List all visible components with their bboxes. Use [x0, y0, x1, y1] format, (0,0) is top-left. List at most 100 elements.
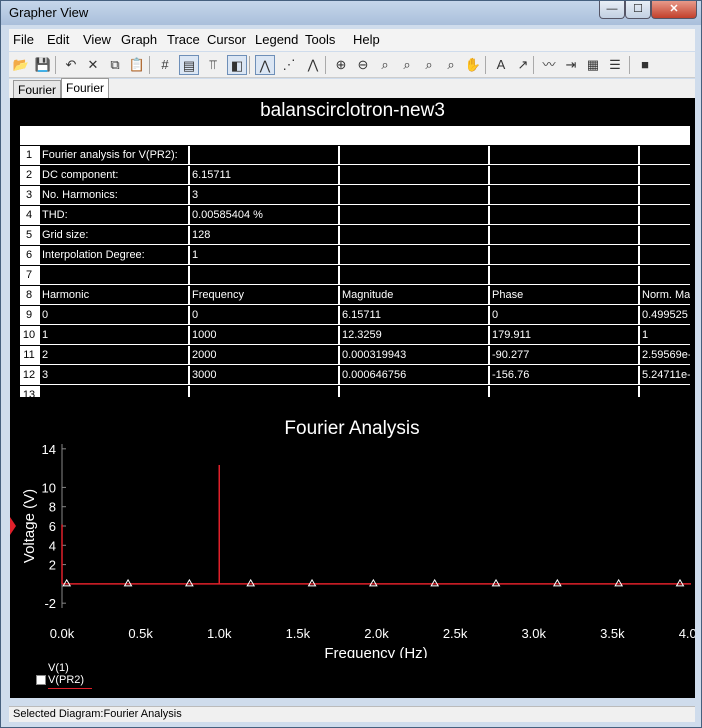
table-cell[interactable] [340, 386, 490, 397]
zoom-full-icon[interactable]: ⌕ [397, 55, 417, 75]
legend-checkbox[interactable] [36, 675, 46, 685]
column-header[interactable] [40, 126, 190, 145]
stop-icon[interactable]: ■ [635, 55, 655, 75]
table-cell[interactable]: No. Harmonics: [40, 186, 190, 205]
table-cell[interactable]: -90.277 [490, 346, 640, 365]
table-cell[interactable] [640, 246, 690, 265]
table-cell[interactable]: 0.000319943 [340, 346, 490, 365]
table-cell[interactable]: 1 [640, 326, 690, 345]
table-cell[interactable]: 0.499525 [640, 306, 690, 325]
zoom-y-icon[interactable]: ⌕ [441, 55, 461, 75]
overlay-icon[interactable]: 〰 [539, 55, 559, 75]
column-header[interactable] [20, 126, 40, 145]
table-cell[interactable] [490, 266, 640, 285]
close-button[interactable]: ✕ [651, 1, 697, 19]
menu-view[interactable]: View [83, 32, 111, 47]
maximize-button[interactable]: ☐ [625, 1, 651, 19]
table-cell[interactable] [640, 186, 690, 205]
table-cell[interactable] [490, 206, 640, 225]
zoom-in-icon[interactable]: ⊕ [331, 55, 351, 75]
open-icon[interactable]: 📂 [11, 55, 31, 75]
export-icon[interactable]: ⇥ [561, 55, 581, 75]
table-cell[interactable]: Interpolation Degree: [40, 246, 190, 265]
table-cell[interactable] [640, 226, 690, 245]
table-cell[interactable]: 2.59569e-0 [640, 346, 690, 365]
export-data-icon[interactable]: ▦ [583, 55, 603, 75]
table-cell[interactable] [490, 386, 640, 397]
zoom-x-icon[interactable]: ⌕ [419, 55, 439, 75]
table-cell[interactable]: 6.15711 [190, 166, 340, 185]
fourier-chart[interactable]: Fourier Analysis 14 10 8 6 4 2 -2 0.0k 0.5k 1.0k 1.… [10, 408, 695, 658]
table-cell[interactable]: 0 [490, 306, 640, 325]
table-cell[interactable]: 1 [40, 326, 190, 345]
dots-trace-icon[interactable]: ⋰ [279, 55, 299, 75]
column-header[interactable] [190, 126, 340, 145]
properties-icon[interactable]: ☰ [605, 55, 625, 75]
table-cell[interactable]: 3000 [190, 366, 340, 385]
table-cell[interactable] [340, 166, 490, 185]
table-cell[interactable]: Norm. Mag [640, 286, 690, 305]
table-cell[interactable] [640, 266, 690, 285]
table-cell[interactable]: 0.000646756 [340, 366, 490, 385]
table-cell[interactable]: 2000 [190, 346, 340, 365]
label-icon[interactable]: ↗ [513, 55, 533, 75]
pan-icon[interactable]: ✋ [463, 55, 483, 75]
menu-legend[interactable]: Legend [255, 32, 298, 47]
table-cell[interactable] [640, 166, 690, 185]
table-cell[interactable]: Frequency [190, 286, 340, 305]
table-cell[interactable] [640, 206, 690, 225]
table-cell[interactable]: Grid size: [40, 226, 190, 245]
table-cell[interactable] [490, 246, 640, 265]
column-header[interactable] [490, 126, 640, 145]
table-cell[interactable]: 0.00585404 % [190, 206, 340, 225]
menu-trace[interactable]: Trace [167, 32, 200, 47]
table-cell[interactable]: 1 [190, 246, 340, 265]
table-cell[interactable]: 179.911 [490, 326, 640, 345]
column-header[interactable] [640, 126, 690, 145]
table-cell[interactable]: Fourier analysis for V(PR2): [40, 146, 190, 165]
table-cell[interactable]: 6.15711 [340, 306, 490, 325]
table-cell[interactable] [340, 186, 490, 205]
legend-icon[interactable]: ▤ [179, 55, 199, 75]
table-cell[interactable]: 3 [190, 186, 340, 205]
table-cell[interactable] [340, 266, 490, 285]
zoom-out-icon[interactable]: ⊖ [353, 55, 373, 75]
table-cell[interactable] [490, 166, 640, 185]
reverse-colors-icon[interactable]: ◧ [227, 55, 247, 75]
table-cell[interactable] [340, 146, 490, 165]
undo-icon[interactable]: ↶ [61, 55, 81, 75]
table-cell[interactable] [640, 146, 690, 165]
save-icon[interactable]: 💾 [33, 55, 53, 75]
minimize-button[interactable]: — [599, 1, 625, 19]
line-trace-icon[interactable]: ⋀ [255, 55, 275, 75]
menu-file[interactable]: File [13, 32, 34, 47]
table-cell[interactable]: Harmonic [40, 286, 190, 305]
table-cell[interactable]: 128 [190, 226, 340, 245]
table-cell[interactable] [340, 206, 490, 225]
table-cell[interactable]: 1000 [190, 326, 340, 345]
table-cell[interactable]: Magnitude [340, 286, 490, 305]
tab-fourier-2[interactable]: Fourier [61, 78, 110, 98]
line-dots-trace-icon[interactable]: ⋀ [303, 55, 323, 75]
graph-canvas[interactable]: balanscirclotron-new3 1 Fourier analysis … [10, 98, 695, 698]
table-cell[interactable]: 0 [190, 306, 340, 325]
table-cell[interactable]: 2 [40, 346, 190, 365]
table-cell[interactable] [190, 146, 340, 165]
legend-item-v1[interactable]: V(1) [48, 662, 69, 674]
menu-tools[interactable]: Tools [305, 32, 335, 47]
table-cell[interactable] [490, 226, 640, 245]
cursor-icon[interactable]: ⫪ [203, 55, 223, 75]
paste-icon[interactable]: 📋 [127, 55, 147, 75]
table-cell[interactable]: 3 [40, 366, 190, 385]
menu-help[interactable]: Help [353, 32, 380, 47]
table-cell[interactable]: DC component: [40, 166, 190, 185]
menu-graph[interactable]: Graph [121, 32, 157, 47]
table-cell[interactable] [490, 186, 640, 205]
zoom-area-icon[interactable]: ⌕ [375, 55, 395, 75]
delete-icon[interactable]: ✕ [83, 55, 103, 75]
menu-cursor[interactable]: Cursor [207, 32, 246, 47]
table-cell[interactable] [40, 386, 190, 397]
table-cell[interactable]: 0 [40, 306, 190, 325]
copy-icon[interactable]: ⧉ [105, 55, 125, 75]
table-cell[interactable]: 5.24711e-0 [640, 366, 690, 385]
